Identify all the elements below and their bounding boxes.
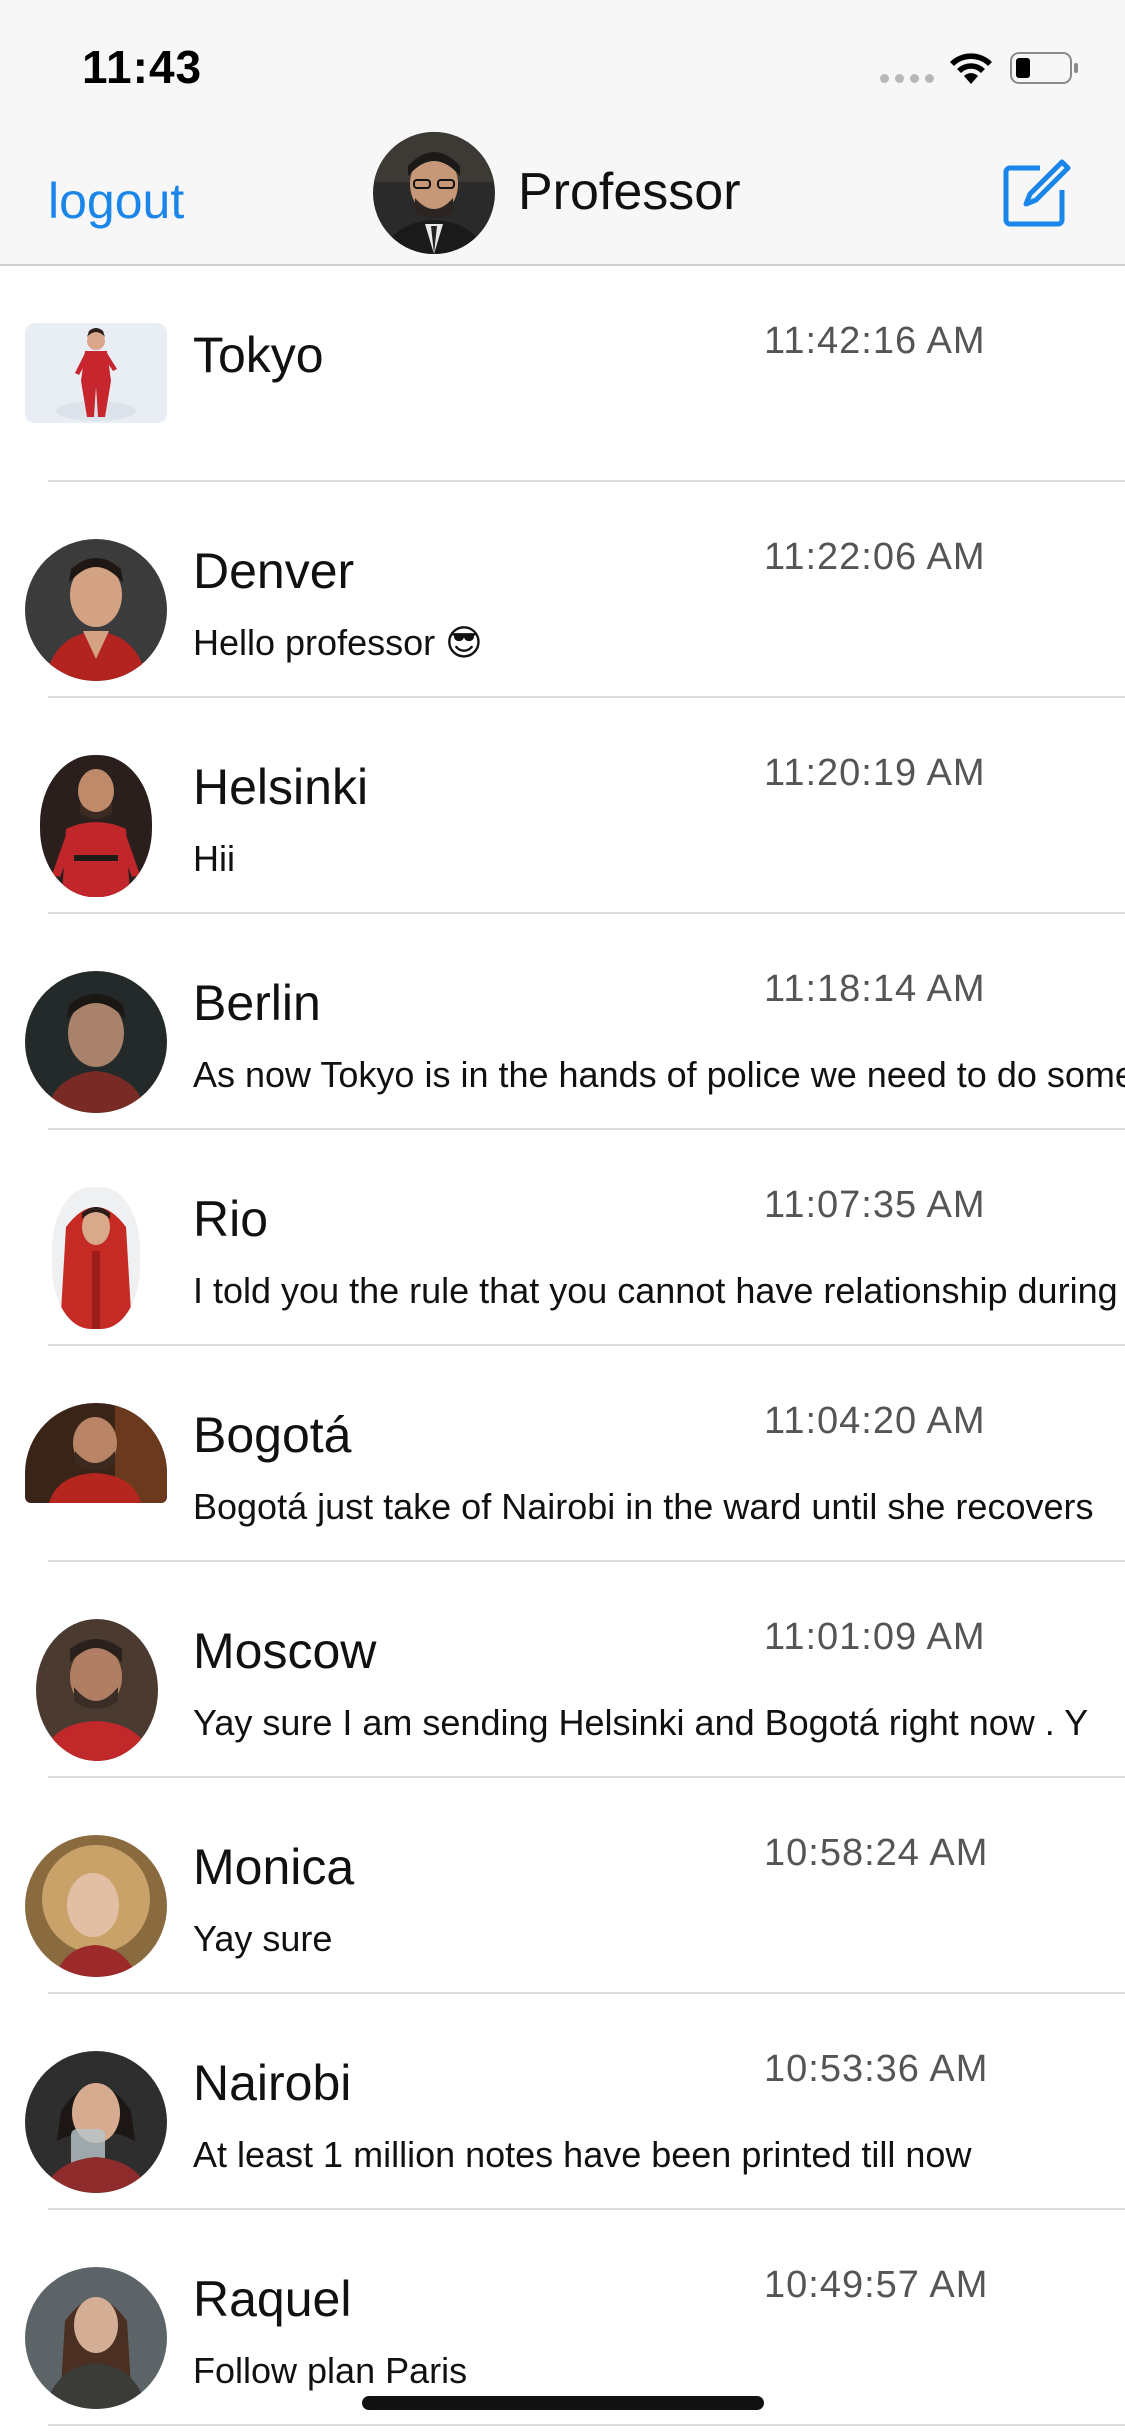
message-preview: At least 1 million notes have been print… [193,2134,972,2175]
chat-row-raquel[interactable]: Raquel 10:49:57 AM Follow plan Paris [0,2210,1125,2426]
avatar [36,1619,158,1761]
chat-row-denver[interactable]: Denver 11:22:06 AM Hello professor 😎 [0,482,1125,698]
avatar [25,2051,167,2193]
message-preview: Hello professor 😎 [193,622,483,663]
message-time: 10:49:57 AM [764,2264,989,2306]
message-preview: Yay sure [193,1918,333,1959]
message-time: 11:20:19 AM [764,752,986,794]
message-preview: Hii [193,838,235,879]
logout-button[interactable]: logout [48,172,184,230]
avatar [40,755,152,897]
avatar [25,1403,167,1503]
nav-bar: logout Professor [0,132,1125,266]
message-time: 11:04:20 AM [764,1400,986,1442]
chat-row-bogota[interactable]: Bogotá 11:04:20 AM Bogotá just take of N… [0,1346,1125,1562]
message-time: 11:07:35 AM [764,1184,986,1226]
chat-row-monica[interactable]: Monica 10:58:24 AM Yay sure [0,1778,1125,1994]
chat-row-moscow[interactable]: Moscow 11:01:09 AM Yay sure I am sending… [0,1562,1125,1778]
avatar [52,1187,140,1329]
contact-name: Moscow [193,1623,377,1679]
avatar [25,971,167,1113]
profile-avatar[interactable] [373,132,495,254]
message-time: 11:22:06 AM [764,536,986,578]
message-preview: As now Tokyo is in the hands of police w… [193,1054,1125,1095]
message-time: 11:01:09 AM [764,1616,986,1658]
chat-row-berlin[interactable]: Berlin 11:18:14 AM As now Tokyo is in th… [0,914,1125,1130]
message-time: 10:58:24 AM [764,1832,989,1874]
chat-row-nairobi[interactable]: Nairobi 10:53:36 AM At least 1 million n… [0,1994,1125,2210]
avatar [25,2267,167,2409]
avatar [25,323,167,423]
avatar [25,1835,167,1977]
chat-row-helsinki[interactable]: Helsinki 11:20:19 AM Hii [0,698,1125,914]
nav-title: Professor [518,163,741,221]
contact-name: Monica [193,1839,355,1895]
compose-icon[interactable] [1002,158,1072,228]
signal-dots-icon [880,74,934,84]
message-time: 10:53:36 AM [764,2048,989,2090]
row-divider [48,2424,1125,2426]
status-time: 11:43 [82,41,203,93]
message-time: 11:42:16 AM [764,320,986,362]
contact-name: Bogotá [193,1407,352,1463]
message-time: 11:18:14 AM [764,968,986,1010]
message-preview: Follow plan Paris [193,2350,468,2391]
chat-list: Tokyo 11:42:16 AM Denver 11:22:06 AM Hel… [0,266,1125,2426]
wifi-icon [950,53,992,84]
contact-name: Berlin [193,975,321,1031]
contact-name: Rio [193,1191,269,1247]
message-preview: Yay sure I am sending Helsinki and Bogot… [193,1702,1089,1743]
battery-icon [1010,52,1078,84]
contact-name: Tokyo [193,327,324,383]
contact-name: Helsinki [193,759,369,815]
chat-row-rio[interactable]: Rio 11:07:35 AM I told you the rule that… [0,1130,1125,1346]
chat-row-tokyo[interactable]: Tokyo 11:42:16 AM [0,266,1125,482]
contact-name: Raquel [193,2271,352,2327]
contact-name: Denver [193,543,355,599]
contact-name: Nairobi [193,2055,352,2111]
status-bar: 11:43 [0,0,1125,132]
avatar [25,539,167,681]
message-preview: I told you the rule that you cannot have… [193,1270,1125,1311]
home-indicator[interactable] [362,2396,764,2410]
message-preview: Bogotá just take of Nairobi in the ward … [193,1486,1094,1527]
